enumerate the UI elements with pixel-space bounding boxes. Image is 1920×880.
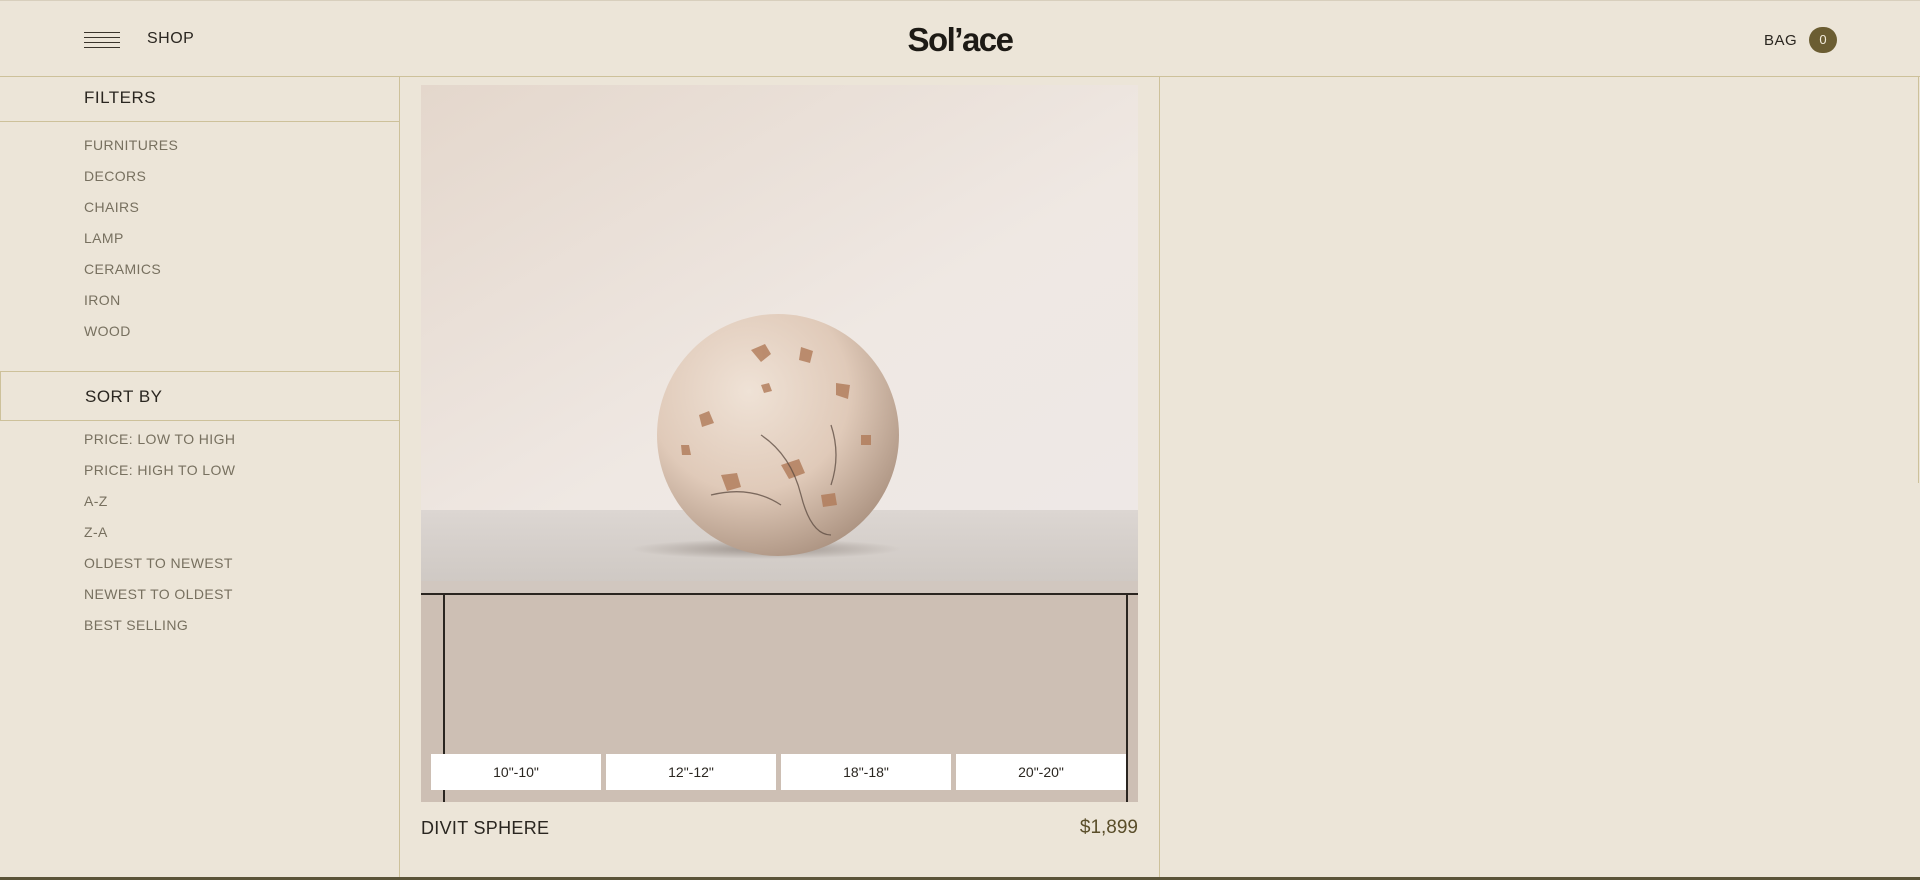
product-image: 10"-10" 12"-12" 18"-18" 20"-20" [421,85,1138,802]
variant-button-20[interactable]: 20"-20" [956,754,1126,790]
variant-button-12[interactable]: 12"-12" [606,754,776,790]
sort-item-a-z[interactable]: A-Z [84,486,235,517]
sort-list: PRICE: LOW TO HIGH PRICE: HIGH TO LOW A-… [84,424,235,641]
product-card[interactable]: 10"-10" 12"-12" 18"-18" 20"-20" DIVIT SP… [421,85,1138,865]
filter-item-decors[interactable]: DECORS [84,161,178,192]
bag-count-badge: 0 [1809,27,1837,53]
product-name[interactable]: DIVIT SPHERE [421,818,549,839]
filter-item-furnitures[interactable]: FURNITURES [84,130,178,161]
sort-item-price-high-low[interactable]: PRICE: HIGH TO LOW [84,455,235,486]
filter-list: FURNITURES DECORS CHAIRS LAMP CERAMICS I… [84,130,178,347]
filter-item-chairs[interactable]: CHAIRS [84,192,178,223]
filter-item-lamp[interactable]: LAMP [84,223,178,254]
variant-button-18[interactable]: 18"-18" [781,754,951,790]
site-header: SHOP Sol’ace BAG 0 [0,0,1920,77]
hamburger-menu-icon[interactable] [84,32,120,48]
filters-title: FILTERS [84,88,157,107]
product-grid: 10"-10" 12"-12" 18"-18" 20"-20" DIVIT SP… [400,77,1160,880]
bag-label: BAG [1764,32,1798,49]
filters-header: FILTERS [0,77,399,122]
variant-button-10[interactable]: 10"-10" [431,754,601,790]
menu-line [84,37,120,38]
shop-link[interactable]: SHOP [147,30,194,48]
sort-item-newest-oldest[interactable]: NEWEST TO OLDEST [84,579,235,610]
product-price: $1,899 [1079,817,1138,838]
sort-by-header[interactable]: SORT BY [0,371,399,421]
filter-item-iron[interactable]: IRON [84,285,178,316]
filter-item-ceramics[interactable]: CERAMICS [84,254,178,285]
menu-line [84,47,120,48]
filter-item-wood[interactable]: WOOD [84,316,178,347]
brand-logo: Sol’ace [907,21,1014,58]
size-variant-list: 10"-10" 12"-12" 18"-18" 20"-20" [431,754,1128,790]
sort-item-oldest-newest[interactable]: OLDEST TO NEWEST [84,548,235,579]
sort-item-best-selling[interactable]: BEST SELLING [84,610,235,641]
scrollbar[interactable] [1918,77,1919,483]
sort-item-price-low-high[interactable]: PRICE: LOW TO HIGH [84,424,235,455]
sphere-photo [421,85,1138,802]
menu-line [84,42,120,43]
menu-line [84,32,120,33]
sort-item-z-a[interactable]: Z-A [84,517,235,548]
filter-sidebar: FILTERS FURNITURES DECORS CHAIRS LAMP CE… [0,77,400,880]
sort-by-title: SORT BY [85,387,163,406]
